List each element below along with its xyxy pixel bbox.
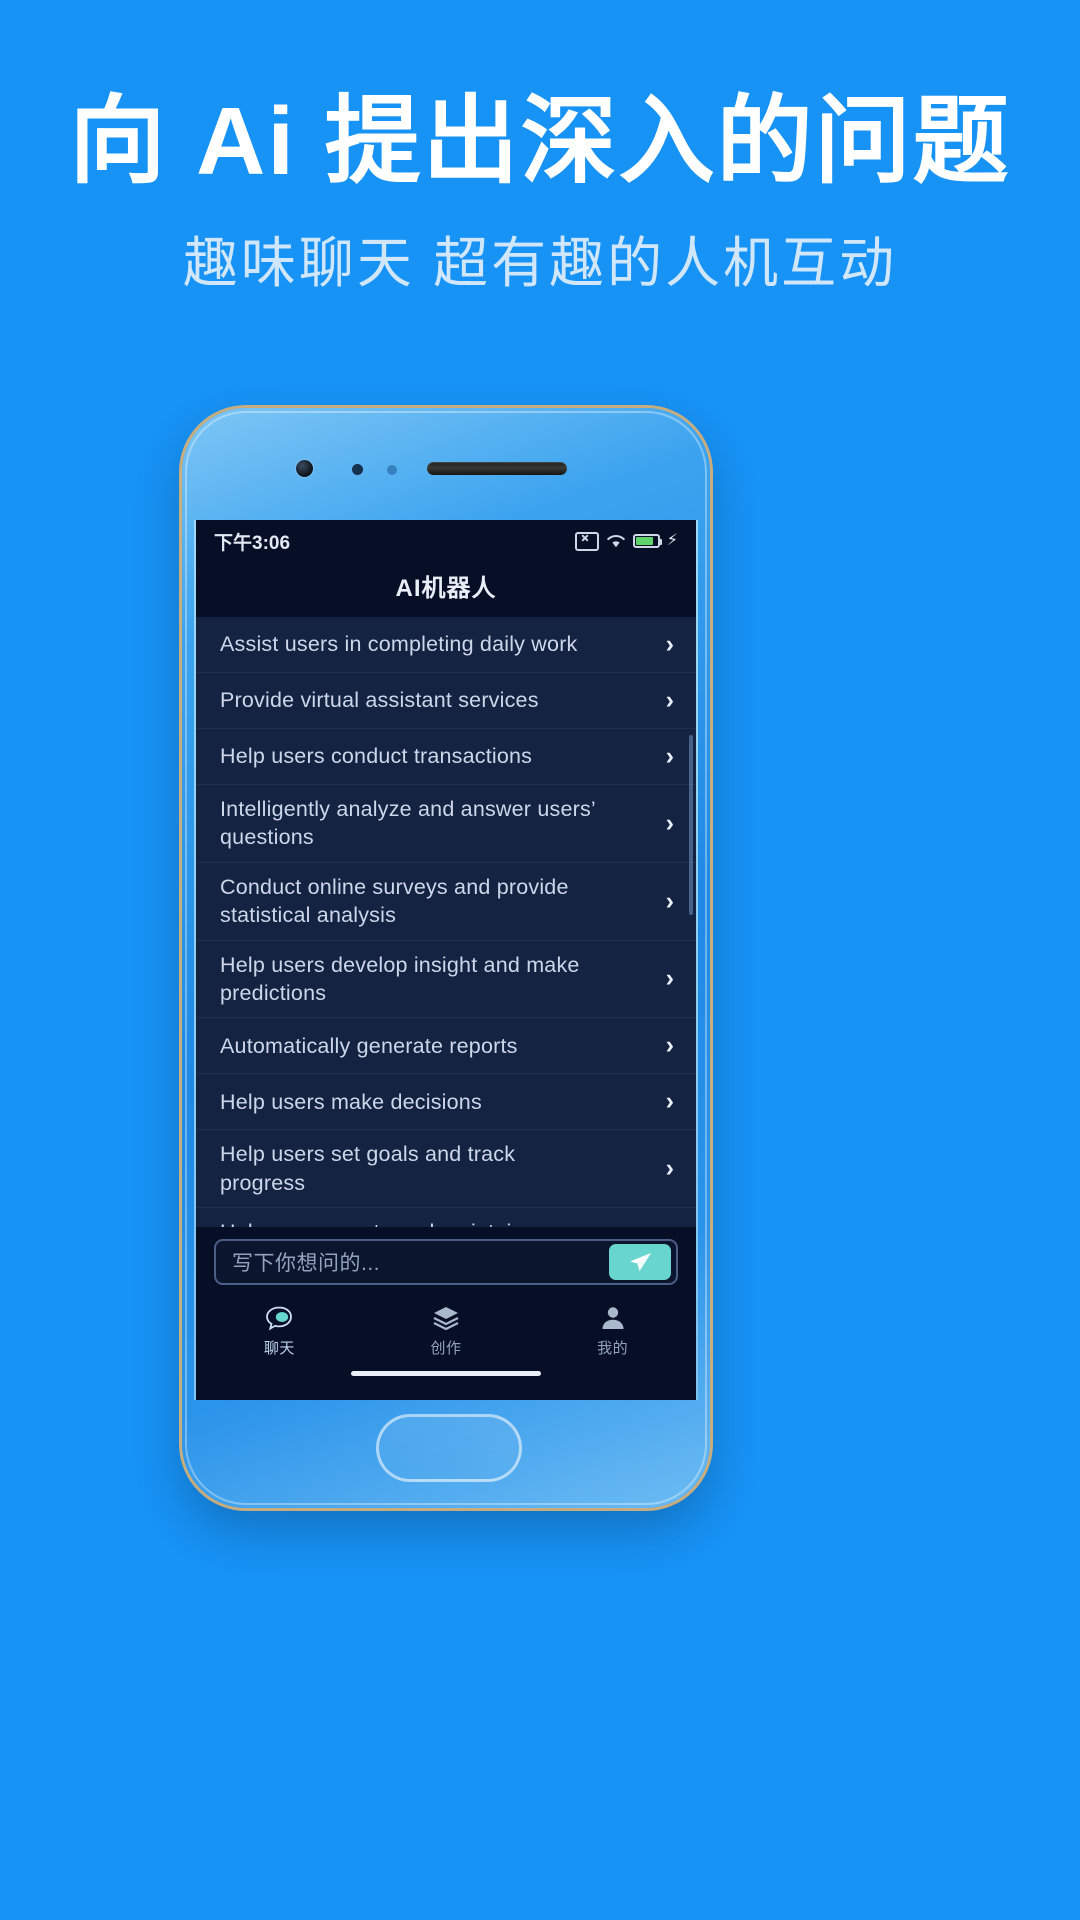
list-item-label: Help users create and maintain databases [220,1218,600,1227]
list-item[interactable]: Conduct online surveys and provide stati… [196,863,696,941]
message-input-placeholder: 写下你想问的... [232,1252,381,1275]
bottom-tab-bar: 聊天 创作 我的 [196,1295,696,1362]
list-item[interactable]: Provide virtual assistant services › [196,673,696,729]
chevron-right-icon: › [665,630,674,658]
phone-mockup: 下午3:06 ⚡ AI机器人 Assist users in completin… [182,408,710,1508]
tab-chat-label: 聊天 [263,1340,295,1357]
list-item[interactable]: Help users make decisions › [196,1074,696,1131]
list-item[interactable]: Assist users in completing daily work › [196,617,696,673]
paper-plane-icon [630,1253,651,1271]
tab-mine[interactable]: 我的 [529,1303,696,1358]
list-item-label: Help users conduct transactions [220,744,533,769]
chevron-right-icon: › [665,808,674,837]
promo-title: 向 Ai 提出深入的问题 [69,88,1011,195]
list-item-label: Intelligently analyze and answer users’ … [220,797,596,850]
chat-bubble-icon [264,1303,294,1333]
suggestion-list[interactable]: Assist users in completing daily work › … [196,617,696,1227]
charging-bolt-icon: ⚡ [666,532,678,549]
tab-create[interactable]: 创作 [363,1303,530,1358]
chevron-right-icon: › [665,1087,674,1116]
person-icon [598,1303,628,1333]
chevron-right-icon: › [665,1154,674,1183]
home-button[interactable] [376,1414,522,1482]
phone-top-bezel [182,408,710,520]
chevron-right-icon: › [665,1031,674,1060]
chevron-right-icon: › [665,886,674,915]
front-camera-icon [296,460,313,477]
page-title: AI机器人 [395,575,497,602]
status-bar: 下午3:06 ⚡ [196,520,696,562]
battery-icon [632,534,662,548]
status-bar-time: 下午3:06 [214,532,291,554]
layers-box-icon [431,1303,461,1333]
list-item-label: Conduct online surveys and provide stati… [220,874,569,928]
promo-subtitle: 趣味聊天 超有趣的人机互动 [182,231,898,294]
list-item-label: Provide virtual assistant services [220,688,539,713]
sim-off-icon [574,531,599,551]
list-item[interactable]: Help users conduct transactions › [196,729,696,785]
earpiece-speaker-icon [427,462,567,475]
proximity-sensor-icon [352,464,363,475]
list-item[interactable]: Automatically generate reports › [196,1018,696,1075]
phone-screen: 下午3:06 ⚡ AI机器人 Assist users in completin… [196,520,696,1400]
list-item-label: Help users develop insight and make pred… [220,952,580,1005]
chevron-right-icon: › [665,686,674,714]
list-item[interactable]: Help users set goals and track progress … [196,1130,696,1208]
light-sensor-icon [387,465,397,475]
home-indicator [196,1362,696,1384]
list-item-label: Assist users in completing daily work [220,632,578,657]
list-item[interactable]: Help users create and maintain databases… [196,1208,696,1227]
promo-header: 向 Ai 提出深入的问题 趣味聊天 超有趣的人机互动 [0,0,1080,298]
list-item-label: Help users set goals and track progress [220,1142,516,1195]
wifi-icon [606,534,626,549]
list-item-label: Automatically generate reports [220,1033,518,1058]
list-item[interactable]: Intelligently analyze and answer users’ … [196,785,696,863]
tab-chat[interactable]: 聊天 [196,1303,363,1358]
list-item-label: Help users make decisions [220,1089,482,1114]
chevron-right-icon: › [665,964,674,993]
send-button[interactable] [609,1244,671,1280]
list-item[interactable]: Help users develop insight and make pred… [196,941,696,1019]
chevron-right-icon: › [665,742,674,770]
message-input[interactable]: 写下你想问的... [214,1239,678,1285]
composer-row: 写下你想问的... [196,1227,696,1295]
tab-mine-label: 我的 [597,1340,629,1357]
tab-create-label: 创作 [430,1340,462,1357]
status-bar-icons: ⚡ [574,531,678,551]
scrollbar-thumb[interactable] [689,735,693,915]
